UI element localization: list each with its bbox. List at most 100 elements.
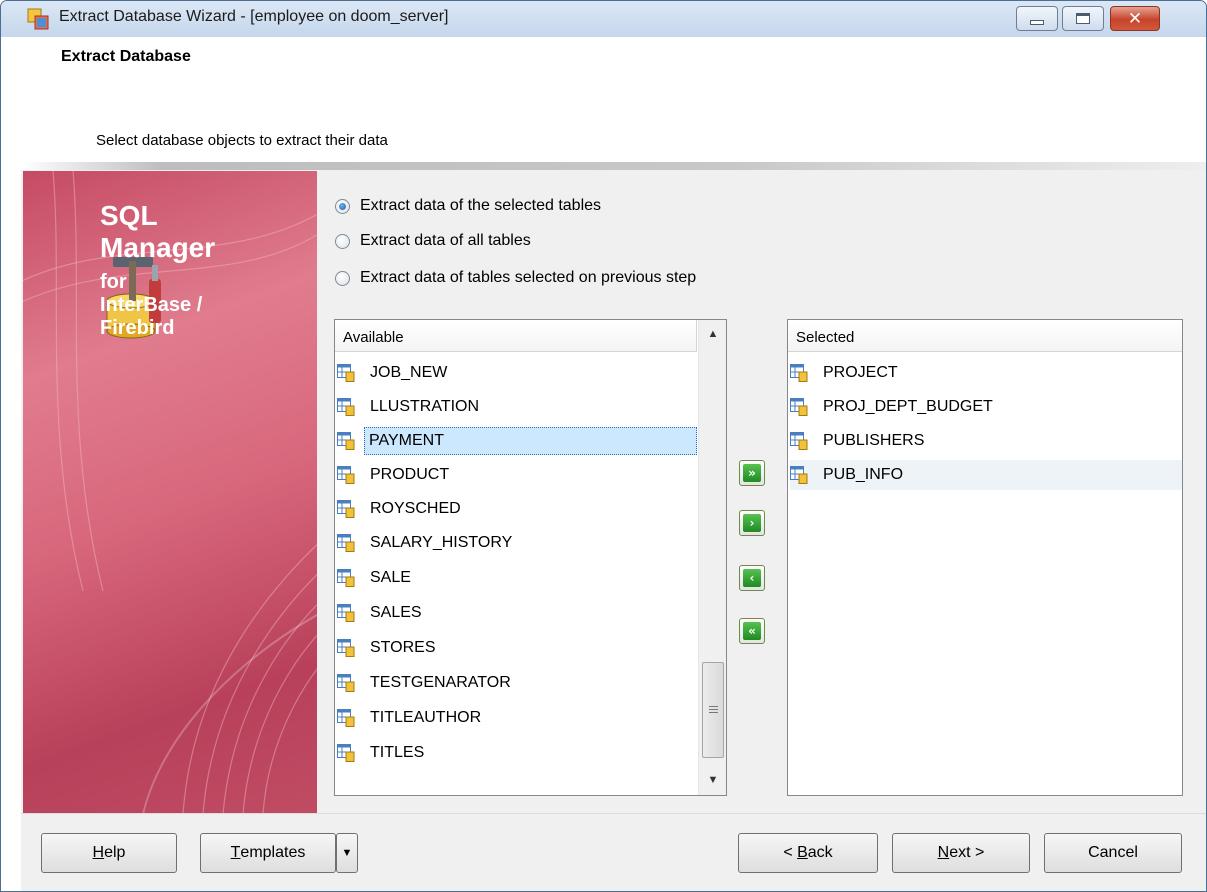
available-list-scrollbar[interactable]: ▲ ▼ — [698, 320, 726, 795]
back-button[interactable]: < Back — [738, 833, 878, 873]
back-accel: B — [797, 844, 808, 861]
list-item-label: JOB_NEW — [370, 364, 448, 381]
list-item-label: PUBLISHERS — [823, 432, 925, 449]
list-item-label: TITLEAUTHOR — [370, 709, 482, 726]
cancel-button[interactable]: Cancel — [1044, 833, 1182, 873]
list-item[interactable]: ROYSCHED — [337, 494, 697, 524]
radio-label: Extract data of tables selected on previ… — [360, 269, 697, 286]
list-item-selected[interactable]: PAYMENT — [337, 426, 697, 456]
page-subtitle: Select database objects to extract their… — [96, 132, 388, 149]
list-item-label: SALARY_HISTORY — [370, 534, 513, 551]
table-icon — [337, 744, 355, 762]
next-button[interactable]: Next > — [892, 833, 1030, 873]
add-button[interactable]: › — [739, 510, 765, 536]
list-item[interactable]: PUBLISHERS — [790, 426, 1182, 456]
list-item-label: PUB_INFO — [823, 466, 904, 483]
table-icon — [337, 639, 355, 657]
radio-button[interactable] — [335, 233, 350, 249]
radio-button[interactable] — [335, 270, 350, 286]
help-accel: H — [92, 844, 105, 861]
list-item[interactable]: SALES — [337, 598, 697, 628]
scroll-thumb[interactable] — [702, 662, 724, 758]
list-item[interactable]: LLUSTRATION — [337, 392, 697, 422]
arrow-left-icon: ‹ — [743, 569, 761, 587]
header-divider — [21, 162, 1206, 170]
scroll-down-arrow-icon[interactable]: ▼ — [699, 766, 726, 794]
radio-extract-previous[interactable]: Extract data of tables selected on previ… — [335, 267, 696, 289]
selected-tables-list[interactable]: Selected PROJECT PROJ_DEPT_BUDGET PUBLIS… — [787, 319, 1183, 796]
close-icon: ✕ — [1127, 8, 1143, 29]
wizard-window: Extract Database Wizard - [employee on d… — [0, 0, 1207, 892]
table-icon — [337, 364, 355, 382]
close-button[interactable]: ✕ — [1110, 6, 1160, 31]
templates-accel: T — [230, 844, 241, 861]
table-icon — [337, 466, 355, 484]
list-item-label: TITLES — [370, 744, 425, 761]
table-icon — [337, 569, 355, 587]
next-accel: N — [937, 844, 950, 861]
list-item-label: PAYMENT — [364, 427, 697, 455]
table-icon — [337, 500, 355, 518]
available-list-header: Available — [335, 320, 697, 352]
maximize-button[interactable] — [1062, 6, 1104, 31]
remove-button[interactable]: ‹ — [739, 565, 765, 591]
page-title: Extract Database — [61, 48, 191, 65]
app-icon — [27, 8, 49, 30]
cancel-label: Cancel — [1088, 844, 1138, 861]
radio-extract-selected[interactable]: Extract data of the selected tables — [335, 195, 601, 217]
back-label: ack — [807, 844, 833, 861]
brand-firebird: Firebird — [100, 317, 175, 339]
radio-extract-all[interactable]: Extract data of all tables — [335, 230, 531, 252]
double-arrow-right-icon: » — [743, 464, 761, 482]
list-item[interactable]: JOB_NEW — [337, 358, 697, 388]
templates-label: emplates — [240, 844, 306, 861]
list-item[interactable]: STORES — [337, 633, 697, 663]
list-item-hovered[interactable]: PUB_INFO — [790, 460, 1182, 490]
radio-label: Extract data of the selected tables — [360, 197, 602, 214]
list-item-label: LLUSTRATION — [370, 398, 480, 415]
table-icon — [337, 604, 355, 622]
list-item[interactable]: PROJ_DEPT_BUDGET — [790, 392, 1182, 422]
list-item-label: TESTGENARATOR — [370, 674, 511, 691]
list-item[interactable]: TESTGENARATOR — [337, 668, 697, 698]
list-item[interactable]: SALE — [337, 563, 697, 593]
brand-interbase: InterBase / — [100, 294, 203, 316]
table-icon — [337, 398, 355, 416]
list-item[interactable]: SALARY_HISTORY — [337, 528, 697, 558]
minimize-button[interactable] — [1016, 6, 1058, 31]
double-arrow-left-icon: « — [743, 622, 761, 640]
next-label: ext > — [949, 844, 985, 861]
list-item[interactable]: PROJECT — [790, 358, 1182, 388]
list-item[interactable]: TITLEAUTHOR — [337, 703, 697, 733]
table-icon — [337, 432, 355, 450]
table-icon — [337, 709, 355, 727]
radio-label: Extract data of all tables — [360, 232, 531, 249]
list-item-label: STORES — [370, 639, 436, 656]
templates-button[interactable]: Templates — [200, 833, 336, 873]
available-tables-list[interactable]: Available JOB_NEW LLUSTRATION PAYMENT PR… — [334, 319, 727, 796]
list-item-label: SALES — [370, 604, 422, 621]
title-bar: Extract Database Wizard - [employee on d… — [1, 1, 1206, 37]
table-icon — [790, 432, 808, 450]
table-icon — [790, 398, 808, 416]
scroll-up-arrow-icon[interactable]: ▲ — [699, 320, 726, 348]
radio-button[interactable] — [335, 198, 350, 214]
branding-panel — [23, 171, 317, 814]
window-title: Extract Database Wizard - [employee on d… — [59, 8, 449, 25]
table-icon — [790, 364, 808, 382]
dropdown-arrow-icon: ▼ — [341, 847, 353, 859]
remove-all-button[interactable]: « — [739, 618, 765, 644]
list-item[interactable]: PRODUCT — [337, 460, 697, 490]
list-item-label: PROJ_DEPT_BUDGET — [823, 398, 993, 415]
back-prefix: < — [783, 844, 798, 861]
brand-manager: Manager — [100, 232, 216, 263]
templates-dropdown-button[interactable]: ▼ — [336, 833, 358, 873]
help-button[interactable]: Help — [41, 833, 177, 873]
maximize-icon — [1076, 13, 1090, 24]
add-all-button[interactable]: » — [739, 460, 765, 486]
list-item[interactable]: TITLES — [337, 738, 697, 768]
list-item-label: PROJECT — [823, 364, 898, 381]
list-item-label: ROYSCHED — [370, 500, 461, 517]
brand-sql: SQL — [100, 200, 158, 231]
selected-list-header: Selected — [788, 320, 1182, 352]
